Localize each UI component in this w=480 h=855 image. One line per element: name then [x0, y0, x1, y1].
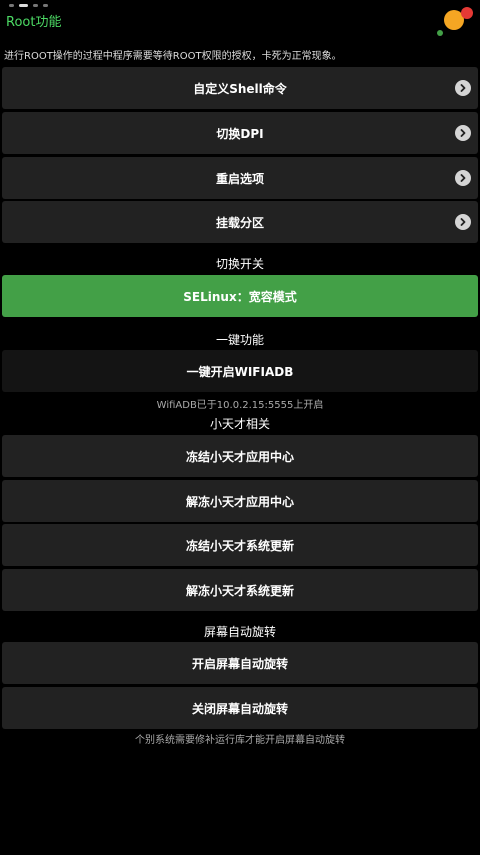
reboot-options-button[interactable]: 重启选项	[2, 157, 478, 199]
wifi-adb-status: WifiADB已于10.0.2.15:5555上开启	[156, 400, 324, 411]
wifi-adb-button[interactable]: 一键开启WIFIADB	[2, 350, 478, 392]
rotation-note: 个别系统需要修补运行库才能开启屏幕自动旋转	[135, 735, 345, 746]
custom-shell-button[interactable]: 自定义Shell命令	[2, 67, 478, 109]
chevron-right-icon	[455, 125, 471, 141]
mount-partition-label: 挂载分区	[215, 215, 264, 230]
page-dot	[43, 4, 48, 7]
unfreeze-system-update-label: 解冻小天才系统更新	[185, 583, 294, 598]
chevron-right-icon	[455, 80, 471, 96]
freeze-app-center-button[interactable]: 冻结小天才应用中心	[2, 435, 478, 477]
page-dot-active	[19, 4, 28, 7]
unfreeze-system-update-button[interactable]: 解冻小天才系统更新	[2, 569, 478, 611]
one-key-section-title: 一键功能	[215, 333, 264, 347]
page-indicator	[9, 4, 48, 7]
freeze-system-update-button[interactable]: 冻结小天才系统更新	[2, 524, 478, 566]
chevron-right-icon	[455, 214, 471, 230]
freeze-app-center-label: 冻结小天才应用中心	[185, 449, 294, 464]
freeze-system-update-label: 冻结小天才系统更新	[185, 538, 294, 553]
enable-auto-rotate-label: 开启屏幕自动旋转	[191, 656, 288, 671]
disable-auto-rotate-button[interactable]: 关闭屏幕自动旋转	[2, 687, 478, 729]
mount-partition-button[interactable]: 挂载分区	[2, 201, 478, 243]
xtc-section-title: 小天才相关	[209, 417, 270, 431]
chevron-right-icon	[455, 170, 471, 186]
selinux-toggle-label: SELinux：宽容模式	[183, 289, 297, 304]
page-title: Root功能	[6, 15, 62, 30]
switch-dpi-label: 切换DPI	[216, 126, 264, 141]
page-dot	[9, 4, 14, 7]
custom-shell-label: 自定义Shell命令	[193, 81, 287, 96]
root-notice: 进行ROOT操作的过程中程序需要等待ROOT权限的授权，卡死为正常现象。	[4, 51, 342, 62]
page-dot	[33, 4, 38, 7]
enable-auto-rotate-button[interactable]: 开启屏幕自动旋转	[2, 642, 478, 684]
reboot-options-label: 重启选项	[215, 171, 264, 186]
unfreeze-app-center-label: 解冻小天才应用中心	[185, 494, 294, 509]
switch-dpi-button[interactable]: 切换DPI	[2, 112, 478, 154]
wifi-adb-label: 一键开启WIFIADB	[186, 364, 294, 379]
unfreeze-app-center-button[interactable]: 解冻小天才应用中心	[2, 480, 478, 522]
rotation-section-title: 屏幕自动旋转	[203, 625, 276, 639]
selinux-toggle-button[interactable]: SELinux：宽容模式	[2, 275, 478, 317]
disable-auto-rotate-label: 关闭屏幕自动旋转	[191, 701, 288, 716]
red-bubble	[461, 7, 473, 19]
switch-section-title: 切换开关	[215, 257, 264, 271]
green-bubble	[437, 30, 443, 36]
